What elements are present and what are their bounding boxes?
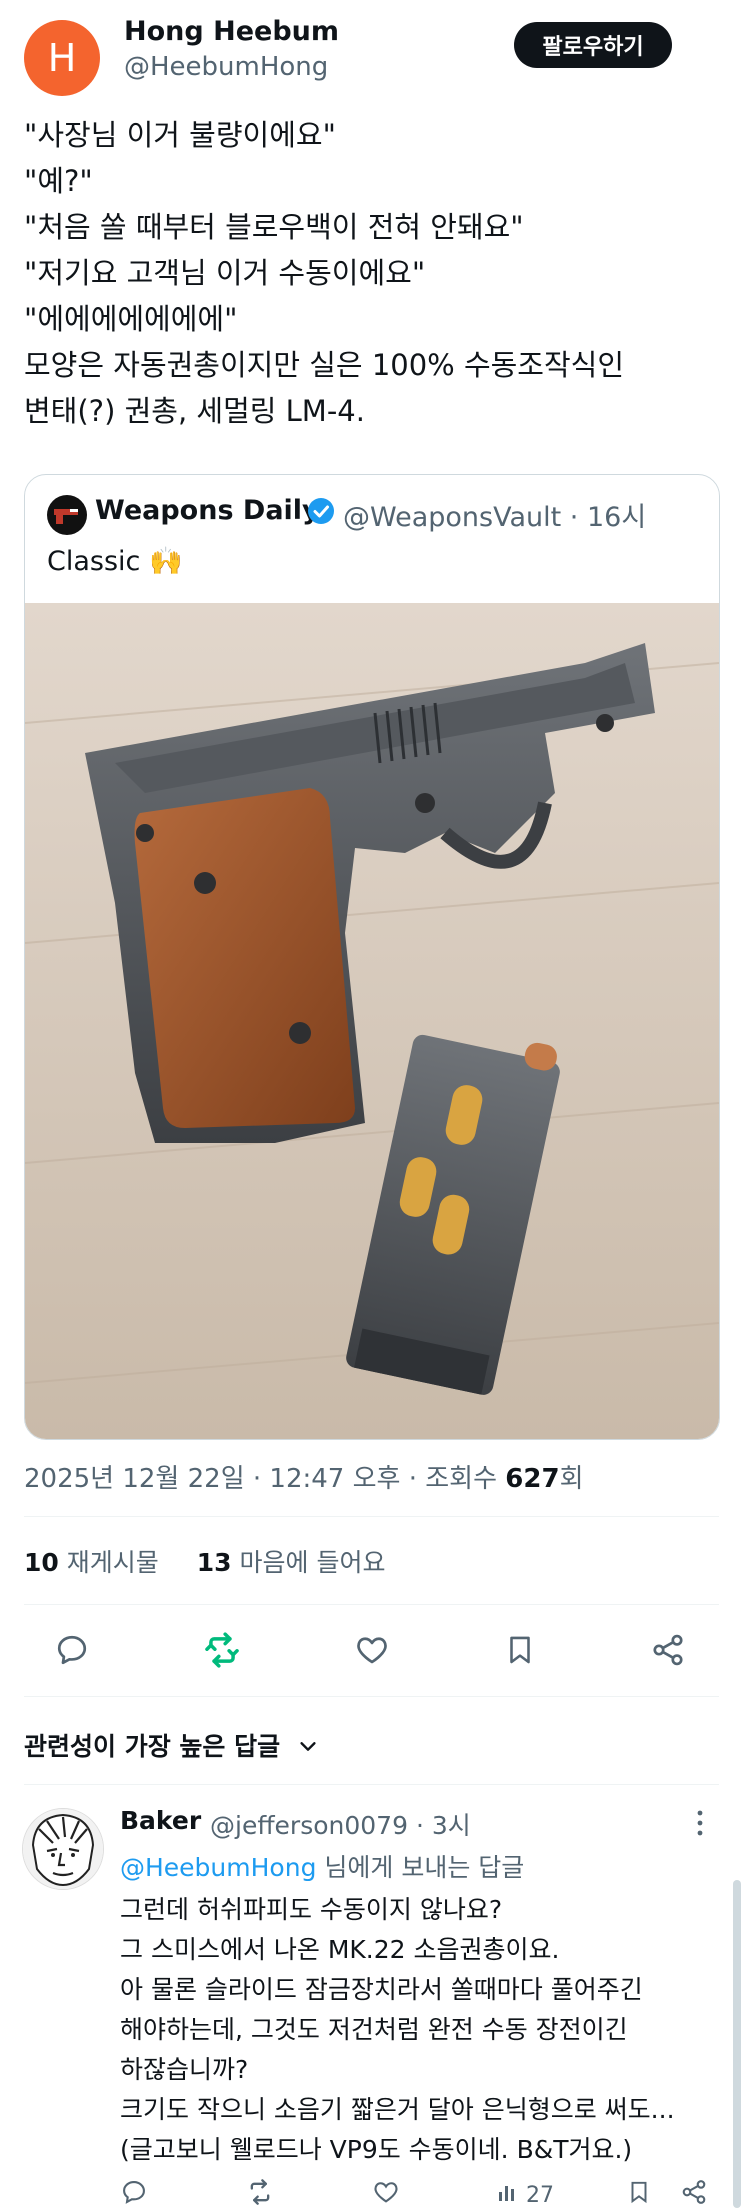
reply-line: 그런데 허쉬파피도 수동이지 않나요? [120, 1895, 503, 1924]
likes-stat[interactable]: 13 마음에 들어요 [197, 1548, 386, 1577]
reply-to-suffix: 님에게 보내는 답글 [316, 1853, 525, 1882]
bookmark-icon[interactable] [494, 1624, 546, 1676]
tweet-line: "저기요 고객님 이거 수동이에요" [24, 256, 426, 290]
divider [24, 1516, 719, 1517]
reply-share-icon[interactable] [680, 2178, 708, 2210]
views-count: 627 [505, 1464, 560, 1494]
reply-bookmark-icon[interactable] [626, 2178, 652, 2210]
reply-to-mention[interactable]: @HeebumHong [120, 1853, 316, 1882]
reply-reply-icon[interactable] [120, 2178, 148, 2210]
reply-avatar[interactable] [22, 1808, 104, 1890]
views-suffix: 회 [559, 1464, 584, 1494]
divider [24, 1604, 719, 1605]
author-avatar[interactable]: H [24, 20, 100, 96]
quoted-author-name[interactable]: Weapons Daily [95, 495, 320, 526]
reply-line: 그 스미스에서 나온 MK.22 소음권총이요. [120, 1935, 560, 1964]
more-options-icon[interactable] [696, 1810, 704, 1843]
replies-sort-label: 관련성이 가장 높은 답글 [24, 1732, 281, 1761]
like-icon[interactable] [346, 1624, 398, 1676]
reply-repost-icon[interactable] [246, 2178, 274, 2210]
divider [24, 1784, 719, 1785]
quoted-image[interactable] [25, 603, 719, 1439]
tweet-line: 변태(?) 권총, 세멀링 LM-4. [24, 394, 365, 428]
tweet-text: "사장님 이거 불량이에요" "예?" "처음 쏠 때부터 블로우백이 전혀 안… [24, 112, 624, 434]
share-icon[interactable] [642, 1624, 694, 1676]
reply-views-count: 27 [526, 2182, 554, 2208]
scrollbar[interactable] [733, 1880, 741, 2208]
tweet-line: "처음 쏠 때부터 블로우백이 전혀 안돼요" [24, 210, 524, 244]
tweet-line: "에에에에에에에" [24, 302, 238, 336]
reply-author-name[interactable]: Baker [120, 1806, 201, 1835]
reply-line: 아 물론 슬라이드 잠금장치라서 쏠때마다 풀어주긴 [120, 1975, 643, 2004]
views-chart-icon [496, 2180, 520, 2210]
reply-line: 크기도 작으니 소음기 짧은거 달아 은닉형으로 써도... [120, 2095, 675, 2124]
tweet-line: "예?" [24, 164, 93, 198]
replies-sort-dropdown[interactable]: 관련성이 가장 높은 답글 [24, 1727, 319, 1763]
tweet-line: 모양은 자동권총이지만 실은 100% 수동조작식인 [24, 348, 625, 382]
tweet-meta: 2025년 12월 22일 · 12:47 오후 · 조회수 627회 [24, 1458, 583, 1495]
reply-handle-time[interactable]: @jefferson0079 · 3시 [210, 1806, 471, 1842]
reposts-stat[interactable]: 10 재게시물 [24, 1548, 159, 1577]
reply-to-line: @HeebumHong 님에게 보내는 답글 [120, 1848, 524, 1884]
quoted-tweet-card[interactable]: Weapons Daily @WeaponsVault · 16시 Classi… [24, 474, 720, 1440]
divider [24, 1696, 719, 1697]
reply-icon[interactable] [46, 1624, 98, 1676]
reply-line: (글고보니 웰로드나 VP9도 수동이네. B&T거요.) [120, 2135, 633, 2164]
chevron-down-icon [297, 1734, 319, 1763]
reply-views[interactable]: 27 [496, 2180, 554, 2210]
tweet-line: "사장님 이거 불량이에요" [24, 118, 336, 152]
author-handle[interactable]: @HeebumHong [124, 52, 328, 82]
likes-count: 13 [196, 1548, 232, 1577]
reply-line: 하잖습니까? [120, 2055, 249, 2084]
quoted-text: Classic 🙌 [47, 546, 183, 577]
likes-label: 마음에 들어요 [239, 1548, 386, 1577]
tweet-date[interactable]: 2025년 12월 22일 · 12:47 오후 · 조회수 [24, 1464, 505, 1494]
reposts-label: 재게시물 [66, 1548, 159, 1577]
tweet-stats: 10 재게시물 13 마음에 들어요 [24, 1543, 385, 1579]
avatar-letter: H [47, 36, 77, 80]
weapons-daily-logo-icon [47, 495, 87, 535]
author-name[interactable]: Hong Heebum [124, 16, 339, 47]
reply-like-icon[interactable] [372, 2178, 400, 2210]
reposts-count: 10 [24, 1548, 59, 1577]
quoted-handle-time[interactable]: @WeaponsVault · 16시 [343, 495, 646, 534]
reply-line: 해야하는데, 그것도 저건처럼 완전 수동 장전이긴 [120, 2015, 628, 2044]
follow-button[interactable]: 팔로우하기 [514, 22, 672, 68]
verified-badge-icon [307, 497, 335, 525]
reply-text: 그런데 허쉬파피도 수동이지 않나요? 그 스미스에서 나온 MK.22 소음권… [120, 1890, 675, 2170]
repost-icon[interactable] [196, 1624, 248, 1676]
